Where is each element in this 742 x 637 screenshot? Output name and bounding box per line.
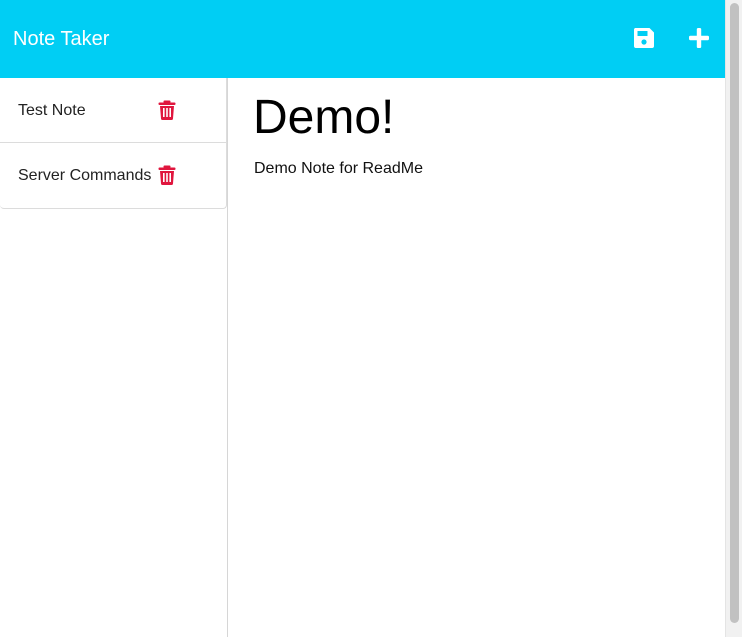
note-editor: Demo! Demo Note for ReadMe — [228, 78, 725, 637]
delete-note-button[interactable] — [158, 100, 176, 120]
scrollbar[interactable] — [725, 0, 742, 637]
save-icon — [633, 28, 654, 48]
note-list: Test Note Server Commands — [0, 78, 227, 209]
note-taker-app: Note Taker Test Note Server Commands Dem… — [0, 0, 725, 637]
note-text-area[interactable]: Demo Note for ReadMe — [254, 159, 423, 179]
note-list-item-title[interactable]: Server Commands — [18, 166, 151, 186]
sidebar: Test Note Server Commands — [0, 78, 228, 637]
delete-note-button[interactable] — [158, 165, 176, 185]
new-note-button[interactable] — [687, 26, 711, 50]
note-list-item[interactable]: Test Note — [0, 78, 226, 143]
navbar: Note Taker — [0, 0, 725, 78]
plus-icon — [689, 28, 709, 48]
trash-icon — [158, 165, 176, 185]
save-note-button[interactable] — [632, 26, 656, 50]
note-list-item-title[interactable]: Test Note — [18, 101, 86, 121]
trash-icon — [158, 100, 176, 120]
note-list-item[interactable]: Server Commands — [0, 143, 226, 208]
note-title-input[interactable]: Demo! — [253, 90, 394, 146]
brand-title[interactable]: Note Taker — [13, 27, 109, 51]
scrollbar-thumb[interactable] — [730, 3, 739, 623]
